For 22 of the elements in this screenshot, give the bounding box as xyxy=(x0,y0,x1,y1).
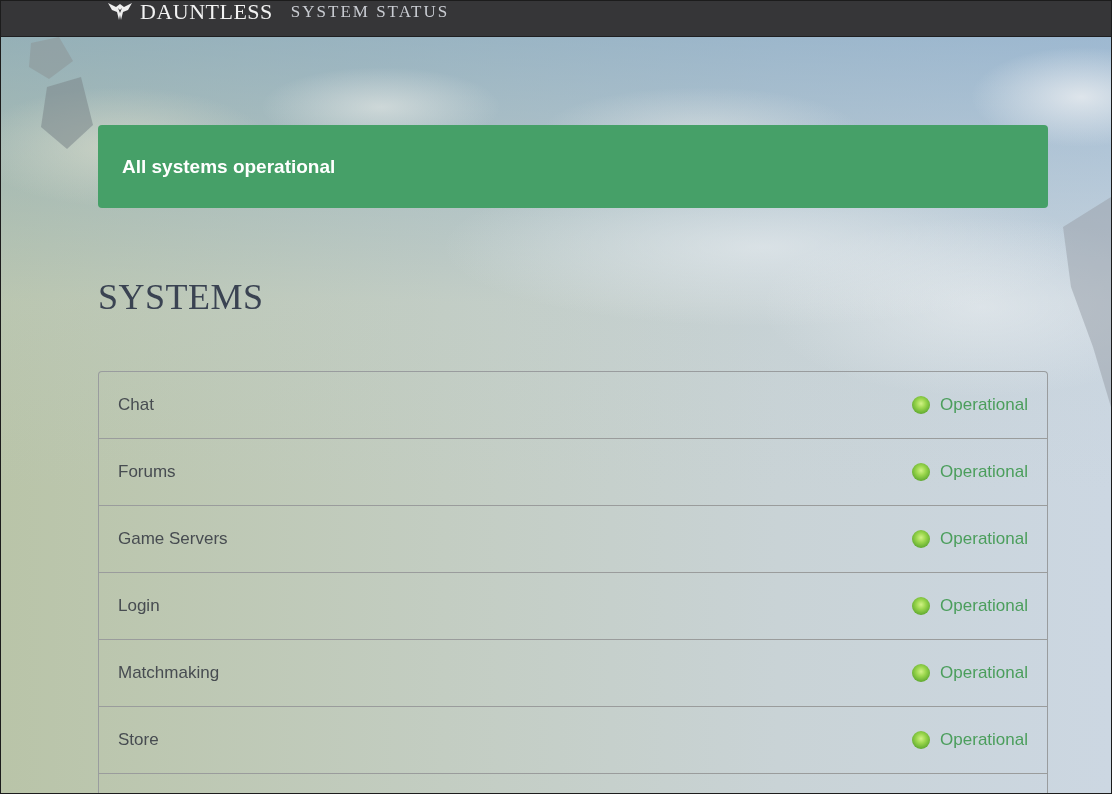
status-text: Operational xyxy=(940,596,1028,616)
logo-text: DAUNTLESS xyxy=(140,1,273,23)
status-text: Operational xyxy=(940,529,1028,549)
page-title: SYSTEM STATUS xyxy=(290,1,450,23)
status-dot-icon xyxy=(912,396,931,414)
system-name: Forums xyxy=(118,462,176,482)
system-name: Chat xyxy=(118,395,154,415)
status-text: Operational xyxy=(940,462,1028,482)
status-dot-icon xyxy=(912,463,931,481)
system-name: Store xyxy=(118,730,159,750)
status-dot-icon xyxy=(912,597,931,615)
system-name: Game Servers xyxy=(118,529,228,549)
banner-text: All systems operational xyxy=(122,155,336,178)
status-text: Operational xyxy=(940,730,1028,750)
status-dot-icon xyxy=(912,530,931,548)
status-dot-icon xyxy=(912,664,931,682)
system-name: Login xyxy=(118,596,160,616)
section-heading: SYSTEMS xyxy=(98,276,264,319)
status-text: Operational xyxy=(940,395,1028,415)
status-text: Operational xyxy=(940,663,1028,683)
status-dot-icon xyxy=(912,731,931,749)
system-name: Matchmaking xyxy=(118,663,220,683)
